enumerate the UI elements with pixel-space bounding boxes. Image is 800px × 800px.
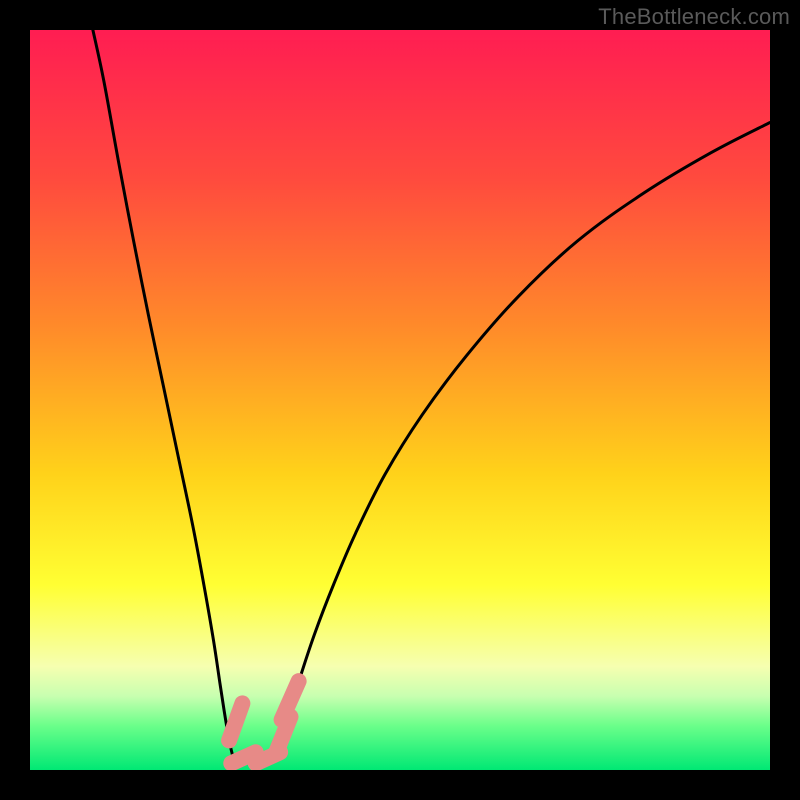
watermark-text: TheBottleneck.com: [598, 4, 790, 30]
gradient-background: [30, 30, 770, 770]
outer-frame: TheBottleneck.com: [0, 0, 800, 800]
plot-area: [30, 30, 770, 770]
chart-svg: [30, 30, 770, 770]
